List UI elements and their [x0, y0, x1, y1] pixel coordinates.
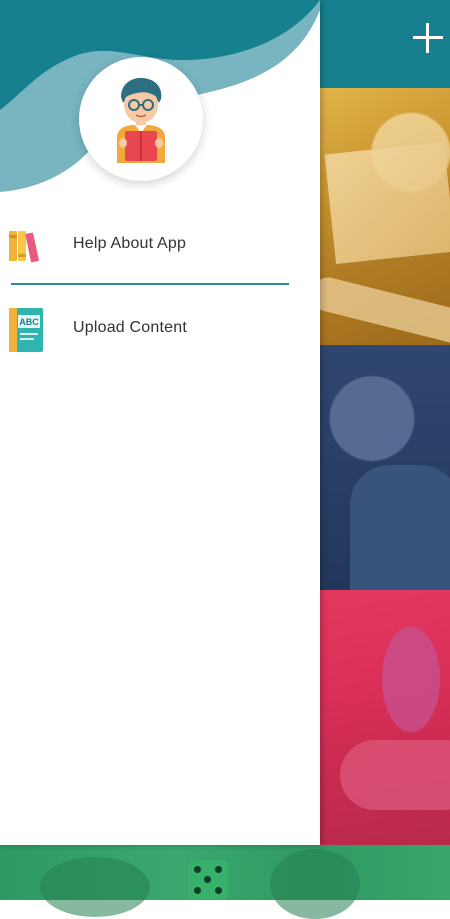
navigation-drawer: Help About App ABC Upload Content: [0, 0, 320, 845]
card-image-detail: [270, 849, 360, 919]
abc-book-icon: ABC: [8, 307, 44, 358]
menu-divider: [11, 283, 289, 285]
menu-item-label: Upload Content: [73, 319, 187, 336]
svg-text:ABC: ABC: [19, 317, 39, 327]
add-button[interactable]: [410, 20, 446, 56]
menu-item-help-about-app[interactable]: Help About App: [0, 215, 320, 275]
card-image-detail: [320, 274, 450, 345]
card-image-detail: [340, 740, 450, 810]
content-card-child[interactable]: [320, 345, 450, 590]
teacher-avatar-icon: [117, 77, 165, 163]
dice-image: [188, 860, 228, 900]
card-image-detail: [40, 857, 150, 917]
books-icon: [8, 229, 42, 268]
content-card-painting[interactable]: [320, 590, 450, 845]
card-image-detail: [324, 142, 450, 264]
plus-icon: [413, 23, 443, 53]
menu-item-label: Help About App: [73, 235, 187, 252]
card-image-detail: [350, 465, 450, 590]
menu-item-upload-content[interactable]: ABC Upload Content: [0, 300, 320, 360]
content-card-craft[interactable]: [320, 88, 450, 345]
drawer-header: [0, 0, 320, 200]
profile-avatar[interactable]: [79, 57, 203, 181]
